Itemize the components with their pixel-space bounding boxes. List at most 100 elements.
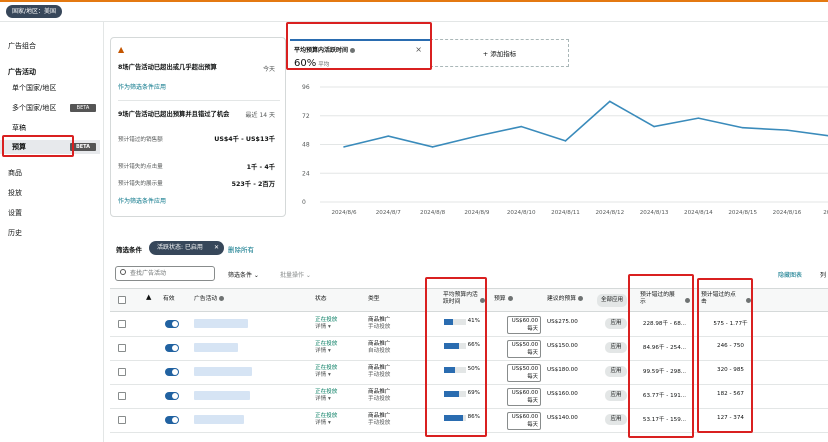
sort-icon[interactable]: ▲ bbox=[146, 294, 151, 301]
apply-button[interactable]: 应用 bbox=[605, 390, 627, 401]
row-checkbox[interactable] bbox=[118, 344, 126, 352]
sidebar-item[interactable]: 单个国家/地区 bbox=[0, 81, 100, 95]
table-row: 正在投放 详情 ▾ 商品推广 手动投放 41% US$60.00 每天 US$275.00 应用… bbox=[110, 313, 828, 337]
budget-input[interactable]: US$60.00 每天 bbox=[507, 388, 541, 406]
search-icon bbox=[120, 269, 126, 275]
filter-dropdown[interactable]: 筛选条件 ⌄ bbox=[228, 270, 259, 279]
active-time-bar-fill bbox=[444, 367, 455, 373]
type-cell: 商品推广 手动投放 bbox=[368, 365, 391, 378]
budget-alert-card: ▲ 8场广告活动已超出或几乎超出预算 今天 作为筛选条件应用 9场广告活动已超出… bbox=[110, 37, 286, 217]
sidebar-item[interactable]: 广告活动 bbox=[0, 65, 100, 79]
sidebar-item[interactable]: 设置 bbox=[0, 206, 100, 220]
apply-filter-link-1[interactable]: 作为筛选条件应用 bbox=[118, 82, 166, 91]
campaign-name-redacted[interactable] bbox=[194, 343, 238, 352]
est-missed-clicks-value: 320 - 985 bbox=[717, 367, 744, 373]
active-time-bar-fill bbox=[444, 343, 459, 349]
sidebar-item[interactable]: 预算 BETA bbox=[0, 140, 100, 154]
active-toggle[interactable] bbox=[165, 392, 179, 400]
batch-actions-dropdown[interactable]: 批量操作 ⌄ bbox=[280, 270, 311, 279]
active-time-bar bbox=[444, 343, 466, 349]
header-status[interactable]: 状态 bbox=[315, 296, 327, 303]
x-tick-label: 2024/8/15 bbox=[728, 210, 757, 216]
metric-tile-avg-active-time[interactable]: 平均预算内活跃时间 × 60% 平均 bbox=[290, 39, 430, 72]
campaign-name-redacted[interactable] bbox=[194, 367, 252, 376]
sidebar-item[interactable]: 历史 bbox=[0, 226, 100, 240]
est-missed-impressions-value: 53.17千 - 159... bbox=[642, 417, 687, 423]
close-icon[interactable]: × bbox=[415, 45, 422, 54]
header-est-missed-clicks[interactable]: 预计错过的点击 bbox=[701, 292, 741, 306]
alert-title-missed-opportunity: 9场广告活动已超出预算并且错过了机会 bbox=[118, 111, 230, 118]
info-icon bbox=[746, 298, 751, 303]
filter-chip-active-status[interactable]: 活跃状态: 已启用 ✕ bbox=[149, 241, 224, 255]
country-selector[interactable]: 国家/地区：美国 bbox=[6, 5, 63, 18]
row-checkbox[interactable] bbox=[118, 416, 126, 424]
sidebar-item[interactable]: 商品 bbox=[0, 166, 100, 180]
campaign-name-redacted[interactable] bbox=[194, 415, 244, 424]
sidebar-item-label: 商品 bbox=[8, 169, 22, 177]
info-icon bbox=[480, 298, 485, 303]
sidebar-item[interactable]: 草稿 bbox=[0, 121, 100, 135]
header-type[interactable]: 类型 bbox=[368, 296, 380, 303]
hide-chart-link[interactable]: 隐藏图表 bbox=[778, 270, 802, 279]
sidebar-item-label: 投放 bbox=[8, 189, 22, 197]
apply-button[interactable]: 应用 bbox=[605, 342, 627, 353]
missed-sales-value: US$4千 - US$13千 bbox=[214, 136, 275, 143]
campaign-name-redacted[interactable] bbox=[194, 319, 248, 328]
row-checkbox[interactable] bbox=[118, 392, 126, 400]
est-missed-impressions-value: 228.98千 - 68... bbox=[642, 321, 687, 327]
search-input[interactable]: 查找广告活动 bbox=[115, 266, 215, 281]
select-all-checkbox[interactable] bbox=[118, 296, 126, 304]
x-tick-label: 2024/8/10 bbox=[507, 210, 536, 216]
header-est-missed-impressions[interactable]: 预计错过的展示 bbox=[640, 292, 680, 306]
active-time-value: 69% bbox=[467, 390, 480, 396]
sidebar-item-label: 广告活动 bbox=[8, 68, 36, 76]
active-toggle[interactable] bbox=[165, 416, 179, 424]
apply-button[interactable]: 应用 bbox=[605, 414, 627, 425]
sidebar-item[interactable]: 投放 bbox=[0, 186, 100, 200]
details-dropdown[interactable]: 详情 ▾ bbox=[315, 396, 331, 402]
suggested-budget-value: US$275.00 bbox=[547, 319, 578, 325]
apply-button[interactable]: 应用 bbox=[605, 318, 627, 329]
details-dropdown[interactable]: 详情 ▾ bbox=[315, 348, 331, 354]
active-toggle[interactable] bbox=[165, 320, 179, 328]
apply-filter-link-2[interactable]: 作为筛选条件应用 bbox=[118, 196, 166, 205]
active-toggle[interactable] bbox=[165, 368, 179, 376]
header-campaign[interactable]: 广告活动 bbox=[194, 296, 225, 303]
missed-impressions-label: 预计错失的展示量 bbox=[118, 181, 163, 187]
details-dropdown[interactable]: 详情 ▾ bbox=[315, 324, 331, 330]
header-avg-active-time[interactable]: 平均预算内活跃时间 bbox=[443, 292, 479, 306]
sidebar-item[interactable]: 多个国家/地区 BETA bbox=[0, 101, 100, 115]
budget-input[interactable]: US$50.00 每天 bbox=[507, 364, 541, 382]
row-checkbox[interactable] bbox=[118, 320, 126, 328]
budget-input[interactable]: US$50.00 每天 bbox=[507, 340, 541, 358]
apply-button[interactable]: 应用 bbox=[605, 366, 627, 377]
metric-value: 60% 平均 bbox=[294, 58, 330, 69]
active-toggle[interactable] bbox=[165, 344, 179, 352]
x-tick-label: 2024/8/9 bbox=[464, 210, 490, 216]
info-icon bbox=[507, 296, 513, 301]
x-tick-label: 2024/8/13 bbox=[640, 210, 669, 216]
details-dropdown[interactable]: 详情 ▾ bbox=[315, 372, 331, 378]
header-active[interactable]: 有效 bbox=[163, 296, 175, 303]
budget-input[interactable]: US$60.00 每天 bbox=[507, 316, 541, 334]
header-suggested-budget[interactable]: 建议的预算 bbox=[547, 296, 583, 303]
campaign-name-redacted[interactable] bbox=[194, 391, 250, 400]
beta-badge: BETA bbox=[70, 143, 96, 151]
x-tick-label: 2024/8/11 bbox=[551, 210, 580, 216]
row-checkbox[interactable] bbox=[118, 368, 126, 376]
x-tick-label: 2024/8/8 bbox=[420, 210, 446, 216]
add-metric-button[interactable]: + 添加指标 bbox=[430, 39, 569, 67]
budget-input[interactable]: US$60.00 每天 bbox=[507, 412, 541, 430]
close-icon[interactable]: ✕ bbox=[214, 241, 219, 255]
sidebar-item-label: 草稿 bbox=[12, 124, 26, 132]
sidebar-item[interactable]: 广告组合 bbox=[0, 39, 100, 53]
x-tick-label: 2024/8/6 bbox=[331, 210, 357, 216]
apply-all-button[interactable]: 全部应用 bbox=[597, 294, 627, 307]
details-dropdown[interactable]: 详情 ▾ bbox=[315, 420, 331, 426]
table-row: 正在投放 详情 ▾ 商品推广 手动投放 69% US$60.00 每天 US$160.00 应用… bbox=[110, 385, 828, 409]
header-budget[interactable]: 预算 bbox=[494, 296, 513, 303]
columns-button[interactable]: 列 bbox=[820, 270, 826, 279]
type-cell: 商品推广 手动投放 bbox=[368, 389, 391, 402]
clear-all-filters-link[interactable]: 删除所有 bbox=[228, 244, 254, 254]
alert-time-today: 今天 bbox=[262, 66, 275, 73]
